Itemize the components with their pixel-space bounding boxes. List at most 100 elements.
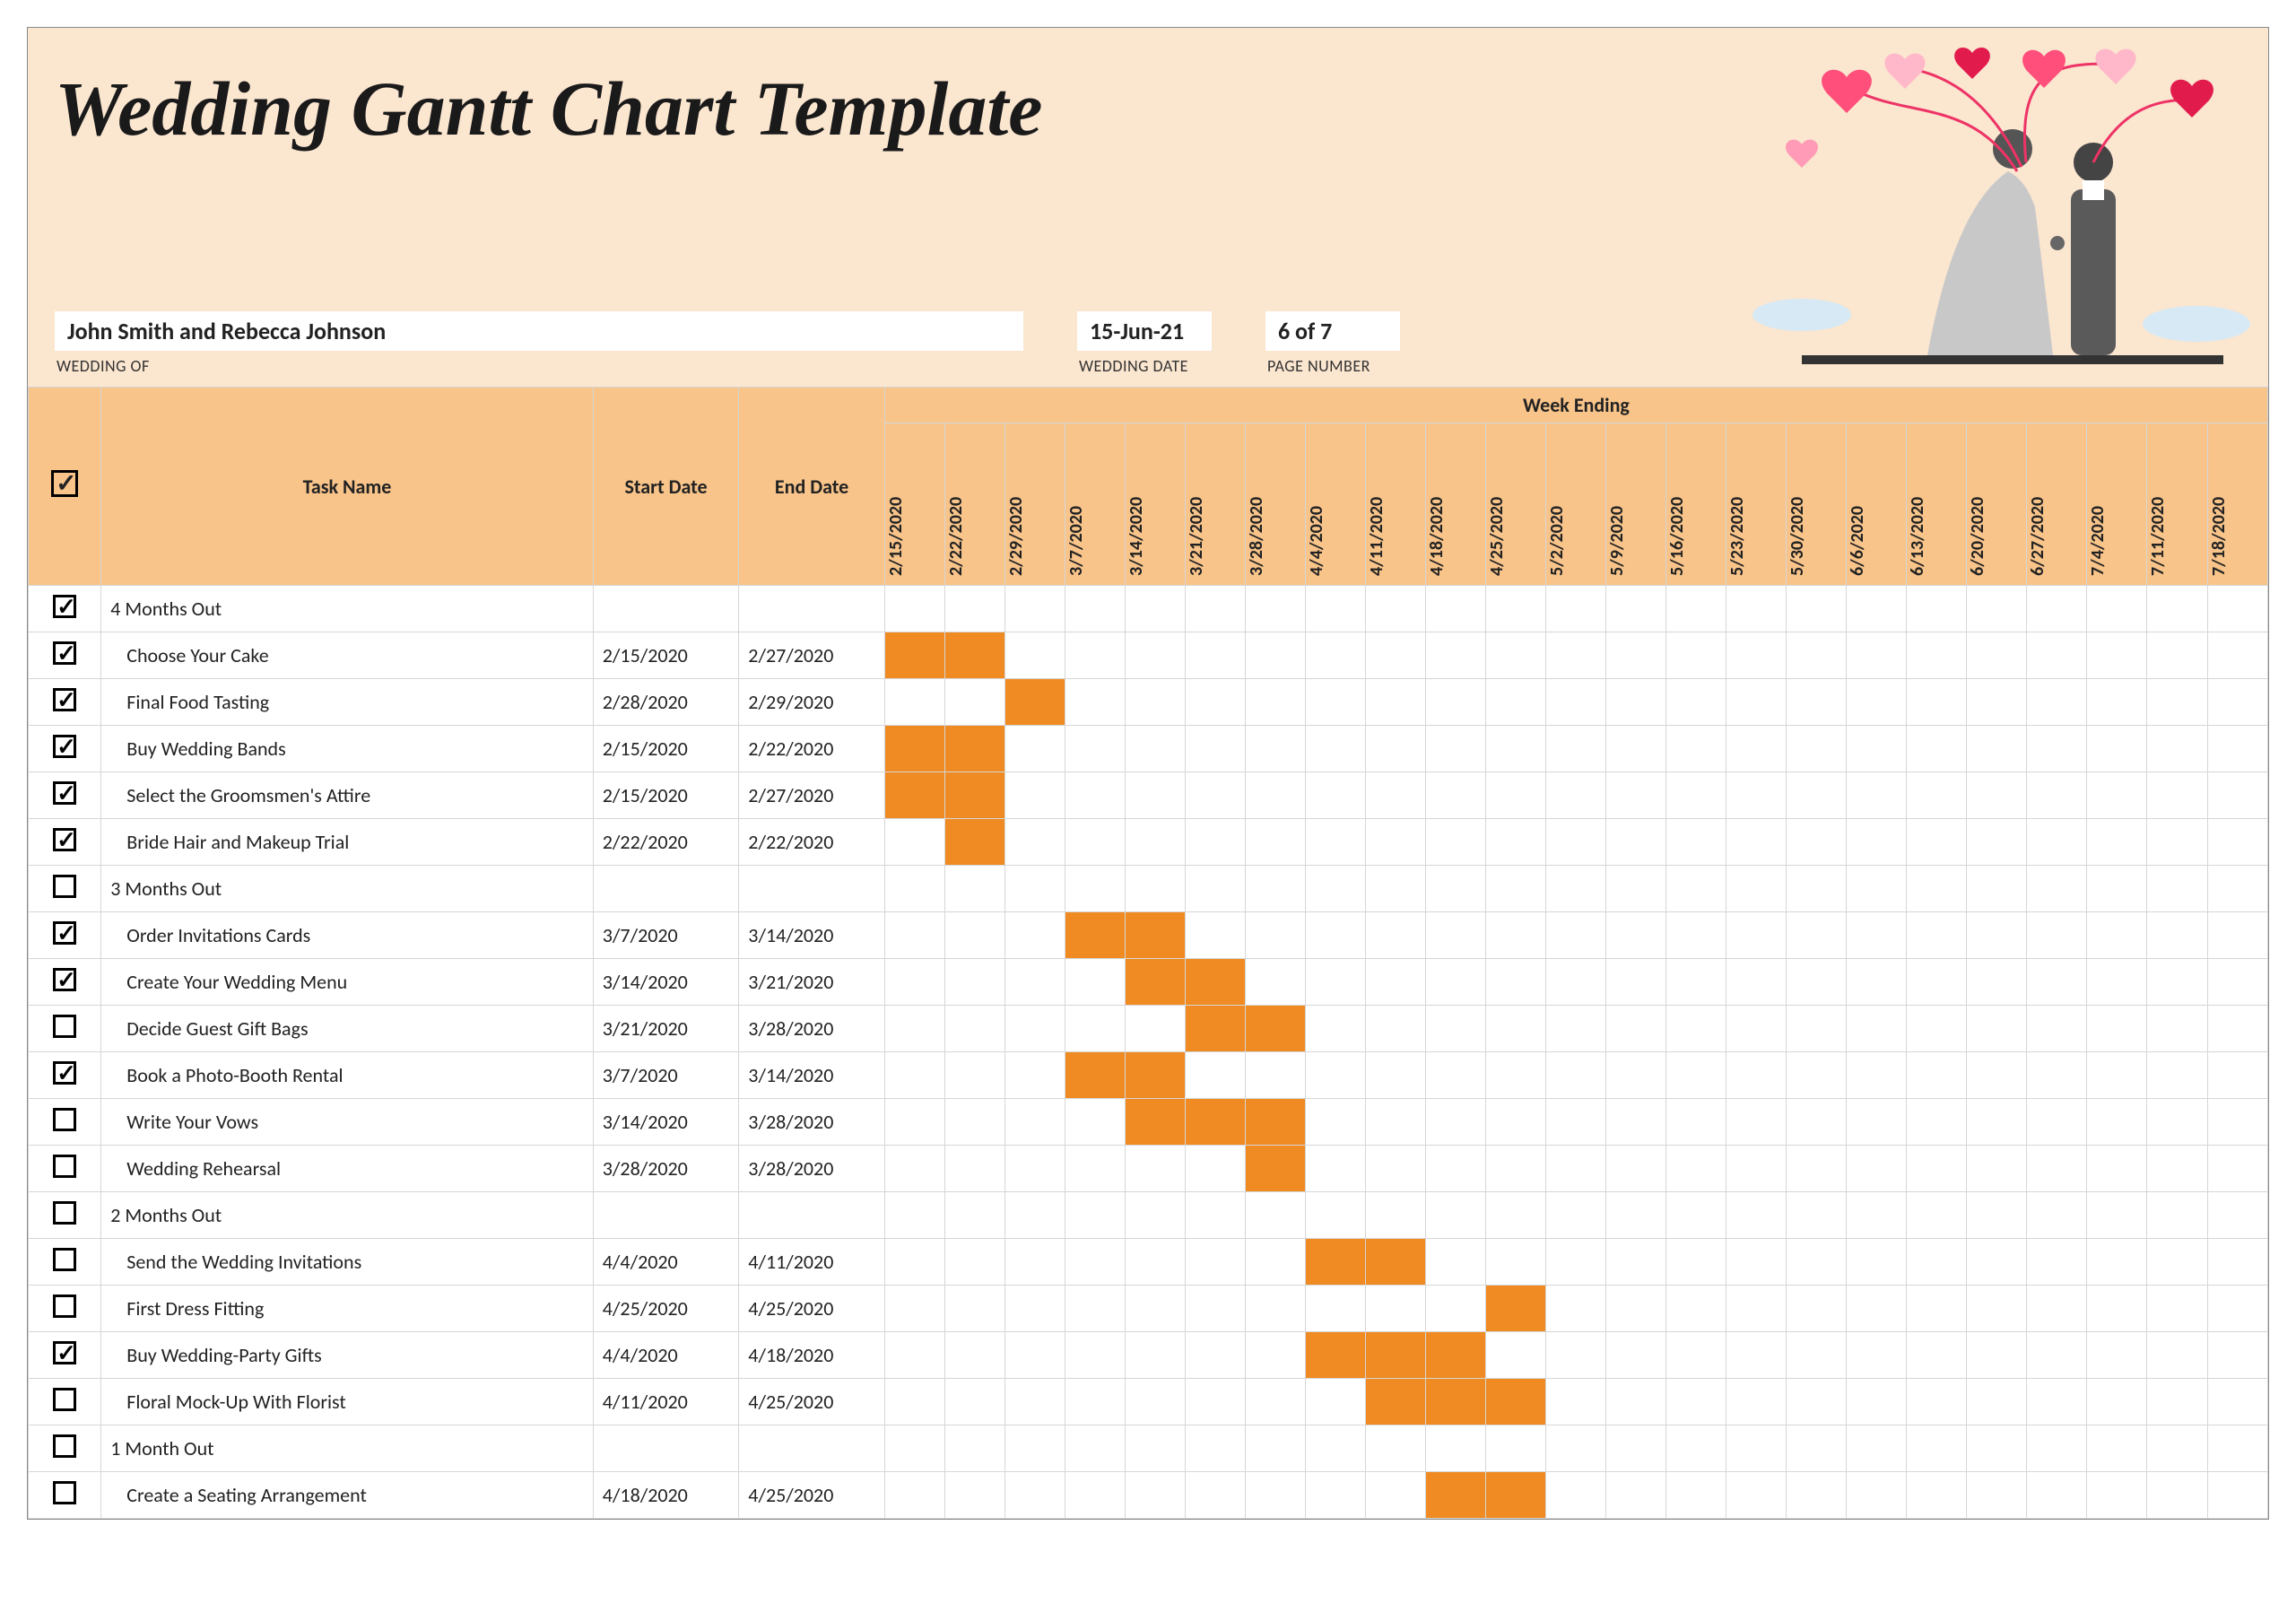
gantt-cell[interactable] bbox=[1546, 1239, 1606, 1286]
gantt-cell[interactable] bbox=[884, 1379, 944, 1425]
gantt-cell[interactable] bbox=[2147, 772, 2207, 819]
gantt-cell[interactable] bbox=[1546, 912, 1606, 959]
couple-value[interactable]: John Smith and Rebecca Johnson bbox=[55, 311, 1023, 351]
gantt-cell[interactable] bbox=[2147, 1472, 2207, 1519]
gantt-cell[interactable] bbox=[1907, 1146, 1967, 1192]
checkbox-icon[interactable] bbox=[53, 1108, 76, 1131]
gantt-cell[interactable] bbox=[884, 1146, 944, 1192]
gantt-cell[interactable] bbox=[1967, 1379, 2027, 1425]
gantt-cell[interactable] bbox=[2207, 679, 2268, 726]
end-date[interactable] bbox=[739, 866, 885, 912]
gantt-cell[interactable] bbox=[1967, 866, 2027, 912]
end-date[interactable]: 4/25/2020 bbox=[739, 1472, 885, 1519]
gantt-cell[interactable] bbox=[1666, 726, 1726, 772]
gantt-cell[interactable] bbox=[1306, 726, 1366, 772]
gantt-cell[interactable] bbox=[1967, 1286, 2027, 1332]
gantt-cell[interactable] bbox=[2147, 1239, 2207, 1286]
gantt-cell[interactable] bbox=[884, 1052, 944, 1099]
start-date[interactable]: 3/28/2020 bbox=[593, 1146, 739, 1192]
checkbox-icon[interactable] bbox=[53, 595, 76, 618]
gantt-cell[interactable] bbox=[1486, 1425, 1546, 1472]
gantt-cell[interactable] bbox=[1787, 1286, 1847, 1332]
checkbox-icon[interactable] bbox=[53, 1061, 76, 1085]
gantt-cell[interactable] bbox=[1366, 866, 1426, 912]
gantt-cell[interactable] bbox=[1065, 1239, 1125, 1286]
gantt-cell[interactable] bbox=[2087, 679, 2147, 726]
gantt-cell[interactable] bbox=[1666, 679, 1726, 726]
gantt-cell[interactable] bbox=[1306, 1146, 1366, 1192]
gantt-cell[interactable] bbox=[1967, 1425, 2027, 1472]
gantt-cell[interactable] bbox=[2027, 819, 2087, 866]
end-date[interactable]: 3/28/2020 bbox=[739, 1146, 885, 1192]
start-date[interactable]: 2/15/2020 bbox=[593, 772, 739, 819]
gantt-cell[interactable] bbox=[2147, 866, 2207, 912]
gantt-cell[interactable] bbox=[944, 912, 1004, 959]
gantt-cell[interactable] bbox=[1366, 912, 1426, 959]
gantt-cell[interactable] bbox=[1366, 772, 1426, 819]
task-checkbox-cell[interactable] bbox=[29, 1425, 101, 1472]
gantt-cell[interactable] bbox=[1847, 1006, 1907, 1052]
end-date[interactable]: 3/14/2020 bbox=[739, 912, 885, 959]
gantt-cell[interactable] bbox=[1606, 632, 1666, 679]
gantt-cell[interactable] bbox=[1125, 1146, 1185, 1192]
gantt-cell[interactable] bbox=[2027, 1146, 2087, 1192]
gantt-cell[interactable] bbox=[1004, 912, 1065, 959]
gantt-cell[interactable] bbox=[884, 1472, 944, 1519]
checkbox-icon[interactable] bbox=[53, 921, 76, 945]
start-date[interactable]: 3/14/2020 bbox=[593, 959, 739, 1006]
gantt-cell[interactable] bbox=[2147, 819, 2207, 866]
gantt-cell[interactable] bbox=[1246, 772, 1306, 819]
gantt-cell[interactable] bbox=[1486, 866, 1546, 912]
task-name[interactable]: Send the Wedding Invitations bbox=[101, 1239, 594, 1286]
gantt-cell[interactable] bbox=[1065, 866, 1125, 912]
gantt-cell[interactable] bbox=[1726, 819, 1787, 866]
task-checkbox-cell[interactable] bbox=[29, 959, 101, 1006]
task-name[interactable]: Buy Wedding-Party Gifts bbox=[101, 1332, 594, 1379]
gantt-cell[interactable] bbox=[1907, 586, 1967, 632]
end-date[interactable]: 2/22/2020 bbox=[739, 819, 885, 866]
gantt-cell[interactable] bbox=[2147, 1286, 2207, 1332]
end-date[interactable]: 3/14/2020 bbox=[739, 1052, 885, 1099]
gantt-cell[interactable] bbox=[1787, 679, 1847, 726]
gantt-cell[interactable] bbox=[2147, 1006, 2207, 1052]
gantt-cell[interactable] bbox=[1125, 819, 1185, 866]
gantt-cell[interactable] bbox=[944, 1146, 1004, 1192]
gantt-cell[interactable] bbox=[884, 1192, 944, 1239]
gantt-cell[interactable] bbox=[1847, 1332, 1907, 1379]
gantt-cell[interactable] bbox=[1125, 586, 1185, 632]
gantt-cell[interactable] bbox=[1426, 679, 1486, 726]
gantt-cell[interactable] bbox=[2207, 1472, 2268, 1519]
gantt-cell[interactable] bbox=[944, 632, 1004, 679]
gantt-cell[interactable] bbox=[1246, 1239, 1306, 1286]
gantt-cell[interactable] bbox=[1426, 1052, 1486, 1099]
gantt-cell[interactable] bbox=[1004, 586, 1065, 632]
gantt-cell[interactable] bbox=[1967, 772, 2027, 819]
gantt-cell[interactable] bbox=[1366, 1379, 1426, 1425]
gantt-cell[interactable] bbox=[1546, 1052, 1606, 1099]
gantt-cell[interactable] bbox=[1366, 1099, 1426, 1146]
gantt-cell[interactable] bbox=[1004, 1099, 1065, 1146]
start-date[interactable]: 2/15/2020 bbox=[593, 632, 739, 679]
gantt-cell[interactable] bbox=[2207, 819, 2268, 866]
end-date[interactable]: 4/18/2020 bbox=[739, 1332, 885, 1379]
gantt-cell[interactable] bbox=[1967, 726, 2027, 772]
gantt-cell[interactable] bbox=[1486, 772, 1546, 819]
gantt-cell[interactable] bbox=[1004, 1006, 1065, 1052]
gantt-cell[interactable] bbox=[2207, 1425, 2268, 1472]
gantt-cell[interactable] bbox=[1967, 1052, 2027, 1099]
gantt-cell[interactable] bbox=[944, 586, 1004, 632]
gantt-cell[interactable] bbox=[2087, 1425, 2147, 1472]
checkbox-icon[interactable] bbox=[53, 1201, 76, 1225]
gantt-cell[interactable] bbox=[1907, 1472, 1967, 1519]
gantt-cell[interactable] bbox=[1967, 1099, 2027, 1146]
gantt-cell[interactable] bbox=[2087, 632, 2147, 679]
gantt-cell[interactable] bbox=[1065, 912, 1125, 959]
gantt-cell[interactable] bbox=[1486, 1239, 1546, 1286]
task-name[interactable]: Choose Your Cake bbox=[101, 632, 594, 679]
gantt-cell[interactable] bbox=[2087, 1286, 2147, 1332]
gantt-cell[interactable] bbox=[1606, 912, 1666, 959]
gantt-cell[interactable] bbox=[1606, 1052, 1666, 1099]
gantt-cell[interactable] bbox=[1246, 1472, 1306, 1519]
gantt-cell[interactable] bbox=[1065, 819, 1125, 866]
gantt-cell[interactable] bbox=[1967, 1006, 2027, 1052]
